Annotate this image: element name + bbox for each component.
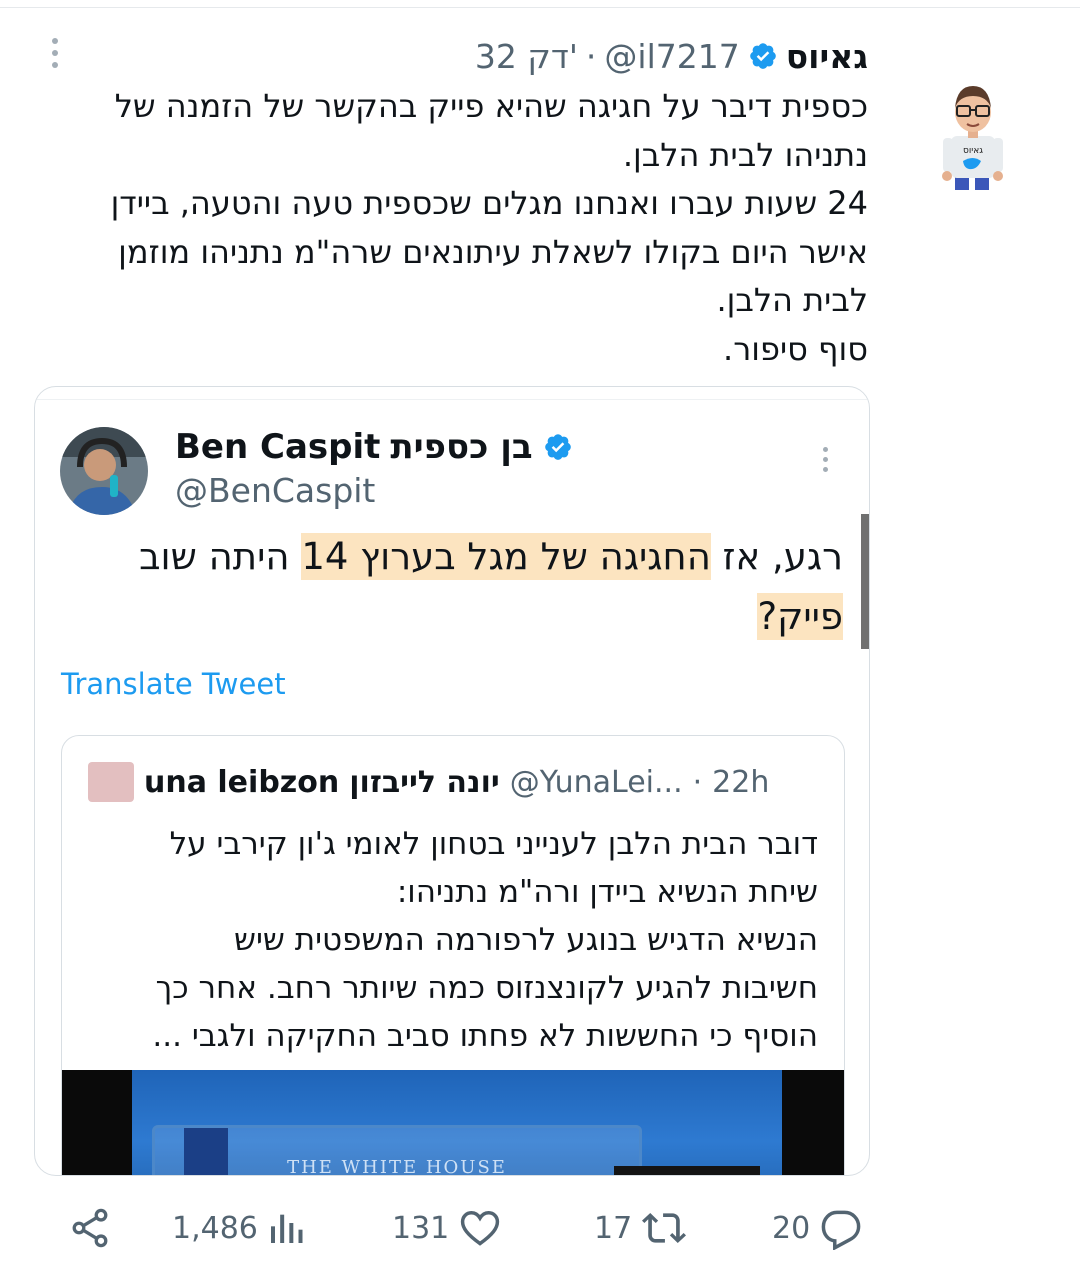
- tweet-timestamp[interactable]: 32 דק': [475, 37, 578, 76]
- nested-text-line: שיחת הנשיא ביידן ורה"מ נתניהו:: [396, 874, 818, 910]
- share-icon: [72, 1208, 108, 1248]
- nested-quoted-tweet[interactable]: una leibzon יונה לייבזון @YunaLei... · 2…: [61, 735, 845, 1175]
- nested-tweet-text: דובר הבית הלבן לענייני בטחון לאומי ג'ון …: [78, 820, 818, 1060]
- nested-timestamp[interactable]: 22h: [712, 765, 769, 800]
- quoted-text-part: רגע, אז: [710, 535, 843, 578]
- highlighted-text: פייק?: [757, 593, 843, 640]
- tweet-header: גאיוס @il7217 · 32 דק': [475, 36, 868, 76]
- nested-media-video[interactable]: THE WHITE HOUSE: [62, 1070, 844, 1175]
- more-options-icon[interactable]: [820, 447, 830, 477]
- nested-header: una leibzon יונה לייבזון @YunaLei... · 2…: [88, 762, 769, 802]
- views-icon: [270, 1214, 303, 1243]
- verified-badge-icon: [749, 43, 776, 69]
- reply-button[interactable]: 20: [772, 1206, 864, 1250]
- reply-icon: [821, 1210, 861, 1250]
- nested-name-en[interactable]: una leibzon: [144, 765, 339, 800]
- verified-badge-icon: [544, 434, 571, 460]
- quoted-tweet-text: רגע, אז החגיגה של מגל בערוץ 14 היתה שוב …: [53, 527, 843, 647]
- reply-count: 20: [772, 1210, 811, 1246]
- separator-dot: ·: [692, 764, 703, 800]
- quoted-author-name[interactable]: Ben Caspit בן כספית: [175, 427, 573, 467]
- tweet-text-line: 24 שעות עברו ואנחנו מגלים שכספית טעה והט…: [110, 184, 868, 222]
- author-name[interactable]: גאיוס: [786, 37, 868, 76]
- tweet-text: כספית דיבר על חגיגה שהיא פייק בהקשר של ה…: [68, 82, 868, 373]
- quoted-author-avatar[interactable]: [60, 427, 148, 515]
- views-button[interactable]: 1,486: [172, 1206, 306, 1250]
- scrollbar[interactable]: [861, 514, 869, 649]
- retweet-count: 17: [594, 1210, 633, 1246]
- nested-text-line: חשיבות להגיע לקונצנזוס כמה שיותר רחב. אח…: [155, 970, 818, 1006]
- nested-handle[interactable]: @YunaLei...: [510, 765, 683, 800]
- author-handle[interactable]: @il7217: [604, 37, 739, 76]
- quoted-tweet-card[interactable]: Ben Caspit בן כספית @BenCaspit רגע, אז ה…: [34, 386, 870, 1176]
- author-avatar[interactable]: גאיוס: [937, 50, 1009, 195]
- quoted-text-part: היתה שוב: [139, 535, 302, 578]
- quoted-name-en: Ben Caspit: [175, 427, 381, 467]
- tweet-text-line: סוף סיפור.: [723, 329, 868, 368]
- highlighted-text: החגיגה של מגל בערוץ 14: [301, 533, 711, 580]
- nested-avatar[interactable]: [88, 762, 134, 802]
- tweet-text-line: כספית דיבר על חגיגה שהיא פייק בהקשר של ה…: [114, 87, 868, 125]
- share-button[interactable]: [68, 1206, 112, 1250]
- like-count: 131: [392, 1210, 450, 1246]
- tweet-text-line: לבית הלבן.: [716, 281, 868, 319]
- flag-icon: [184, 1128, 228, 1175]
- tweet-text-line: אישר היום בקולו לשאלת עיתונאים שרה"מ נתנ…: [118, 232, 868, 271]
- tweet-actions-bar: 1,486 131 17 20: [0, 1200, 1080, 1264]
- like-button[interactable]: 131: [392, 1206, 503, 1250]
- card-divider: [35, 399, 869, 400]
- quoted-name-he: בן כספית: [390, 427, 533, 467]
- nested-text-line: הוסיף כי החששות לא פחתו סביב החקיקה ולגב…: [152, 1018, 818, 1054]
- quoted-author-handle[interactable]: @BenCaspit: [175, 471, 375, 510]
- retweet-button[interactable]: 17: [594, 1206, 688, 1250]
- top-divider: [0, 7, 1080, 8]
- nested-name-he[interactable]: יונה לייבזון: [349, 765, 500, 800]
- retweet-icon: [642, 1212, 687, 1244]
- translate-tweet-link[interactable]: Translate Tweet: [61, 667, 286, 701]
- nested-text-line: הנשיא הדגיש בנוגע לרפורמה המשפטית שיש: [234, 922, 818, 958]
- tweet-text-line: נתניהו לבית הלבן.: [622, 135, 868, 174]
- more-options-icon[interactable]: [48, 38, 62, 72]
- views-count: 1,486: [172, 1210, 258, 1246]
- heart-icon: [461, 1211, 500, 1246]
- media-shadow: [614, 1166, 760, 1175]
- nested-text-line: דובר הבית הלבן לענייני בטחון לאומי ג'ון …: [169, 826, 818, 862]
- svg-text:גאיוס: גאיוס: [963, 146, 983, 156]
- separator-dot: ·: [585, 36, 597, 76]
